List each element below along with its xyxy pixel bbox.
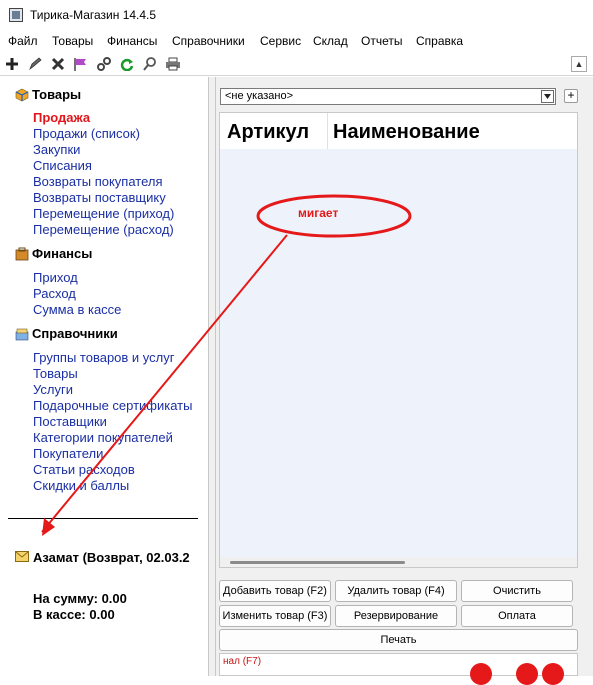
nav-income[interactable]: Приход — [33, 270, 205, 285]
section-refs[interactable]: Справочники — [15, 326, 118, 341]
chevron-down-icon[interactable] — [541, 90, 554, 103]
menu-refs[interactable]: Справочники — [172, 34, 245, 48]
refresh-icon[interactable] — [118, 55, 136, 73]
nav-gift-certificates[interactable]: Подарочные сертификаты — [33, 398, 205, 413]
nav-customers[interactable]: Покупатели — [33, 446, 205, 461]
window-title: Тирика-Магазин 14.4.5 — [30, 8, 157, 22]
remove-item-button[interactable]: Удалить товар (F4) — [335, 580, 457, 602]
nav-sales-list[interactable]: Продажи (список) — [33, 126, 205, 141]
notification-text: Азамат (Возврат, 02.03.2 — [33, 550, 190, 565]
section-finance[interactable]: Финансы — [15, 246, 92, 261]
toolbar: ▲ — [0, 53, 593, 76]
column-article[interactable]: Артикул — [227, 121, 309, 144]
box-icon — [15, 88, 29, 102]
horizontal-scrollbar[interactable] — [220, 557, 577, 567]
link-icon[interactable] — [95, 55, 113, 73]
nav-customer-returns[interactable]: Возвраты покупателя — [33, 174, 205, 189]
nav-purchases[interactable]: Закупки — [33, 142, 205, 157]
nav-transfer-out[interactable]: Перемещение (расход) — [33, 222, 205, 237]
menu-stock[interactable]: Склад — [313, 34, 348, 48]
nav-groups[interactable]: Группы товаров и услуг — [33, 350, 205, 365]
section-goods[interactable]: Товары — [15, 87, 81, 102]
column-name[interactable]: Наименование — [333, 121, 480, 144]
nav-sale[interactable]: Продажа — [33, 110, 205, 125]
menu-reports[interactable]: Отчеты — [361, 34, 402, 48]
reserve-button[interactable]: Резервирование — [335, 605, 457, 627]
menu-goods[interactable]: Товары — [52, 34, 93, 48]
wallet-icon — [15, 247, 29, 261]
nav-customer-categories[interactable]: Категории покупателей — [33, 430, 205, 445]
menu-finance[interactable]: Финансы — [107, 34, 157, 48]
items-table[interactable]: Артикул Наименование — [219, 112, 578, 568]
menu-file[interactable]: Файл — [8, 34, 38, 48]
edit-item-button[interactable]: Изменить товар (F3) — [219, 605, 331, 627]
column-divider — [327, 113, 328, 149]
nav-goods[interactable]: Товары — [33, 366, 205, 381]
menu-help[interactable]: Справка — [416, 34, 463, 48]
add-item-button[interactable]: Добавить товар (F2) — [219, 580, 331, 602]
edit-icon[interactable] — [26, 55, 44, 73]
sum-label: На сумму: 0.00 — [33, 591, 127, 606]
section-finance-label: Финансы — [32, 246, 93, 261]
red-digit — [516, 663, 538, 685]
section-refs-label: Справочники — [32, 326, 118, 341]
red-digit — [470, 663, 492, 685]
search-icon[interactable] — [141, 55, 159, 73]
envelope-icon — [15, 550, 29, 565]
nav-services[interactable]: Услуги — [33, 382, 205, 397]
add-customer-button[interactable]: + — [564, 89, 578, 103]
nav-suppliers[interactable]: Поставщики — [33, 414, 205, 429]
nav-supplier-returns[interactable]: Возвраты поставщику — [33, 190, 205, 205]
nav-cash-total[interactable]: Сумма в кассе — [33, 302, 205, 317]
pay-button[interactable]: Оплата — [461, 605, 573, 627]
cash-label: В кассе: 0.00 — [33, 607, 115, 622]
nav-expense[interactable]: Расход — [33, 286, 205, 301]
nav-expense-items[interactable]: Статьи расходов — [33, 462, 205, 477]
notification-item[interactable]: Азамат (Возврат, 02.03.2 — [15, 550, 205, 565]
title-bar: Тирика-Магазин 14.4.5 — [0, 0, 593, 32]
section-goods-label: Товары — [32, 87, 82, 102]
menu-service[interactable]: Сервис — [260, 34, 301, 48]
print-icon[interactable] — [164, 55, 182, 73]
divider — [8, 518, 198, 519]
panel-splitter[interactable] — [208, 77, 216, 676]
books-icon — [15, 327, 29, 341]
print-button[interactable]: Печать — [219, 629, 578, 651]
nav-transfer-in[interactable]: Перемещение (приход) — [33, 206, 205, 221]
clear-button[interactable]: Очистить — [461, 580, 573, 602]
nav-discounts[interactable]: Скидки и баллы — [33, 478, 205, 493]
annotation-label: мигает — [298, 206, 339, 220]
delete-icon[interactable] — [49, 55, 67, 73]
red-digit — [542, 663, 564, 685]
flag-icon[interactable] — [72, 55, 90, 73]
customer-select-value: <не указано> — [225, 90, 293, 102]
scrollbar-thumb[interactable] — [230, 561, 405, 564]
customer-select[interactable]: <не указано> — [220, 88, 556, 105]
nav-writeoffs[interactable]: Списания — [33, 158, 205, 173]
add-icon[interactable] — [3, 55, 21, 73]
app-icon — [9, 8, 23, 22]
chevron-up-icon[interactable]: ▲ — [571, 56, 587, 72]
table-header: Артикул Наименование — [220, 113, 577, 149]
cash-payment-label: нал (F7) — [223, 656, 262, 667]
menu-bar: Файл Товары Финансы Справочники Сервис С… — [0, 32, 593, 52]
payment-area: нал (F7) — [219, 653, 578, 685]
